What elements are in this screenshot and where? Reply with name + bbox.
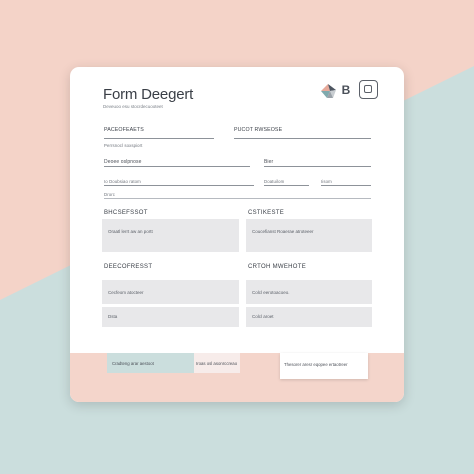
field-sublabel: Drorc xyxy=(104,192,116,197)
text-field[interactable]: Dsta xyxy=(102,307,239,327)
text-field[interactable]: Cecfeom atocteer xyxy=(102,280,239,304)
field-label-paceofeaets: PACEOFEAETS xyxy=(104,127,144,133)
geometric-logo-icon xyxy=(321,84,336,98)
text-field-hint: Dsta xyxy=(108,314,118,319)
form-subtitle: Deveuoo esu stocrdecuooteet xyxy=(103,104,163,109)
field-label-bier: Bier xyxy=(264,159,274,165)
field-line[interactable] xyxy=(264,166,371,167)
form-title: Form Deegert xyxy=(103,86,194,103)
form-card: Form Deegert Deveuoo esu stocrdecuooteet… xyxy=(70,67,404,402)
b-button[interactable]: B xyxy=(339,82,353,98)
section-title-right: CRTOH MWEHOTE xyxy=(248,264,307,270)
field-line[interactable] xyxy=(104,185,254,186)
field-line[interactable] xyxy=(104,138,214,139)
text-area[interactable]: Oraatl lerrt aw an portt xyxy=(102,219,239,252)
field-label-doubsiao: Io Doubsiao ratom xyxy=(104,179,141,184)
footer-card-text: Thesorer aresr eqopee ertaotreer xyxy=(284,362,348,367)
field-sublabel: Perrsnocl soxspiort xyxy=(104,143,143,148)
text-area-hint: Coucefianst Roaerae atroteeer xyxy=(252,229,314,234)
section-title-left: BHCSEFSSOT xyxy=(104,210,148,216)
footer-card[interactable]: Thesorer aresr eqopee ertaotreer xyxy=(280,353,368,379)
field-line[interactable] xyxy=(321,185,371,186)
text-field[interactable]: Colcl aroet xyxy=(246,307,372,327)
field-label-doatuilom: Doatuilom xyxy=(264,179,285,184)
divider xyxy=(104,198,371,199)
text-area[interactable]: Coucefianst Roaerae atroteeer xyxy=(246,219,372,252)
field-label-iisom: Iisom xyxy=(321,179,332,184)
window-icon[interactable] xyxy=(359,80,378,99)
footer-band: Cradteng arar aestoot Iroas osl asonrccr… xyxy=(70,353,404,402)
text-field[interactable]: Colcl eerotoacoeo. xyxy=(246,280,372,304)
text-field-hint: Colcl eerotoacoeo. xyxy=(252,290,290,295)
field-label-pucot: PUCOT RWSEOSE xyxy=(234,127,283,133)
field-line[interactable] xyxy=(104,166,250,167)
field-label-deoee: Deoee oslpnose xyxy=(104,159,142,165)
section-title-right: CSTIKESTE xyxy=(248,210,285,216)
footer-teal-text: Cradteng arar aestoot xyxy=(112,361,154,366)
field-line[interactable] xyxy=(234,138,371,139)
footer-light-text: Iroas osl asonrccreao xyxy=(196,361,238,366)
section-title-left: DEECOFRESST xyxy=(104,264,153,270)
footer-teal-block: Cradteng arar aestoot xyxy=(107,353,194,373)
footer-light-block: Iroas osl asonrccreao xyxy=(194,353,240,373)
text-field-hint: Colcl aroet xyxy=(252,314,274,319)
text-field-hint: Cecfeom atocteer xyxy=(108,290,144,295)
field-line[interactable] xyxy=(264,185,309,186)
text-area-hint: Oraatl lerrt aw an portt xyxy=(108,229,153,234)
